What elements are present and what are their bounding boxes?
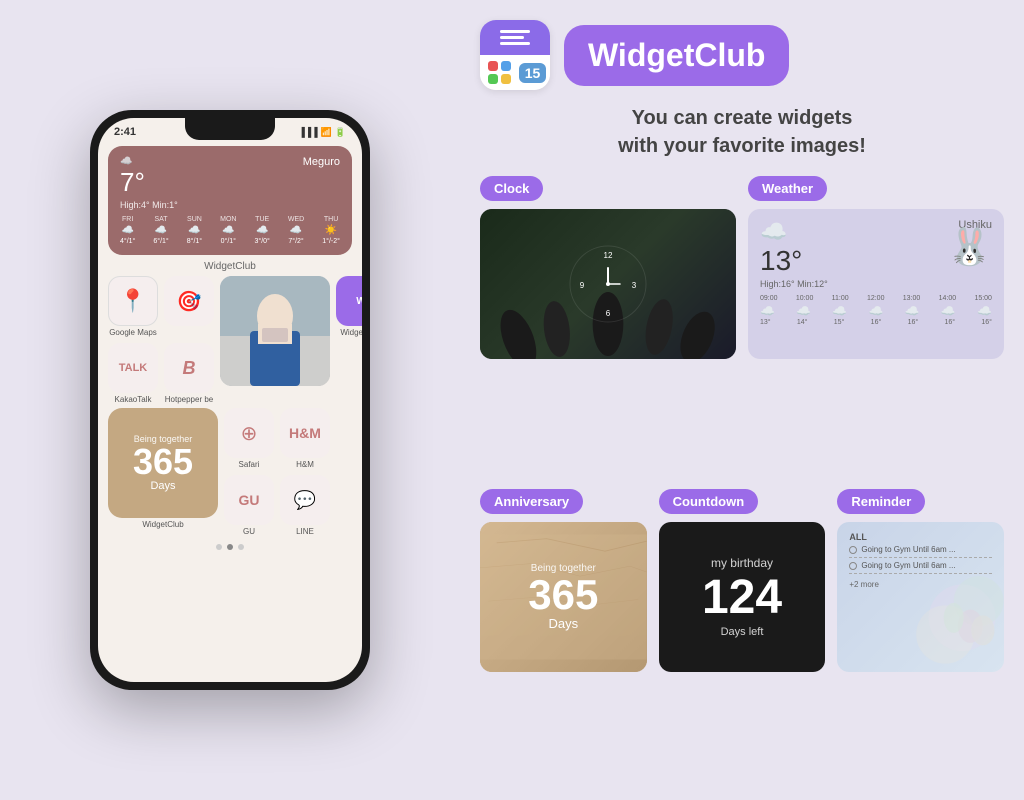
app-logo: 15: [480, 20, 550, 90]
reminder-item-1: Going to Gym Until 6am ...: [849, 545, 992, 558]
anniversary-col: Anniversary Being together 365 Days: [480, 489, 647, 790]
anon-app[interactable]: 🎯: [164, 276, 214, 337]
status-icons: ▐▐▐ 📶 🔋: [298, 127, 346, 138]
countdown-label: Countdown: [659, 489, 758, 514]
weather-section: Weather ☁️ 13° High:16° Min:12° Ushiku 🐰: [748, 176, 1004, 477]
phone-weather-days: FRI☁️4°/1° SAT☁️6°/1° SUN☁️8°/1° MON☁️0°…: [120, 216, 340, 245]
app-name: WidgetClub: [588, 37, 765, 73]
reminder-col: Reminder ALL: [837, 489, 1004, 790]
bottom-widgets: Anniversary Being together 365 Days: [480, 489, 1004, 790]
cd-number: 124: [702, 574, 782, 622]
weather-preview: ☁️ 13° High:16° Min:12° Ushiku 🐰 09:0010…: [748, 209, 1004, 359]
svg-text:3: 3: [632, 281, 637, 290]
safari-label: Safari: [239, 460, 260, 469]
dot-2: [227, 544, 233, 550]
kakao-app[interactable]: TALK KakaoTalk: [108, 343, 158, 404]
dot-1: [216, 544, 222, 550]
wifi-icon: 📶: [321, 127, 332, 138]
app-name-badge: WidgetClub: [564, 25, 789, 86]
clock-preview: 12 3 6 9: [480, 209, 736, 359]
countdown-col: Countdown my birthday 124 Days left: [659, 489, 826, 790]
phone-weather-widget[interactable]: ☁️ 7° High:4° Min:1° Meguro FRI☁️4°/1° S…: [108, 146, 352, 255]
clock-label: Clock: [480, 176, 543, 201]
signal-icon: ▐▐▐: [298, 127, 317, 137]
widget-showcase: Clock 12 3 6 9: [480, 176, 1004, 790]
countdown-preview: my birthday 124 Days left: [659, 522, 826, 672]
hm-app[interactable]: H&M H&M: [280, 408, 330, 469]
gu-app[interactable]: GU GU: [224, 475, 274, 536]
wp-highlow: High:16° Min:12°: [760, 279, 828, 289]
phone-left-apps: 📍 Google Maps 🎯 TALK KakaoTalk: [108, 276, 214, 404]
reminder-more: +2 more: [849, 580, 992, 589]
google-maps-label: Google Maps: [109, 328, 157, 337]
cd-sub: Days left: [721, 626, 764, 638]
phone-weather-temp: 7°: [120, 167, 178, 198]
phone-weather-highlow: High:4° Min:1°: [120, 200, 178, 210]
svg-text:12: 12: [604, 251, 613, 260]
page-dots: [98, 544, 362, 550]
photo-widget: [220, 276, 330, 386]
anniv-together: Being together: [528, 563, 598, 574]
reminder-label: Reminder: [837, 489, 925, 514]
phone-anniversary-widget[interactable]: Being together 365 Days: [108, 408, 218, 518]
kakao-label: KakaoTalk: [115, 395, 152, 404]
photo-placeholder: [220, 276, 330, 386]
gu-label: GU: [243, 527, 255, 536]
wp-icons: ☁️☁️☁️☁️☁️☁️☁️: [760, 304, 992, 318]
clock-section: Clock 12 3 6 9: [480, 176, 736, 477]
cd-label: my birthday: [711, 556, 773, 570]
wp-temp: 13°: [760, 245, 828, 277]
anniversary-label: Anniversary: [480, 489, 583, 514]
hm-label: H&M: [296, 460, 314, 469]
reminder-all: ALL: [849, 532, 992, 542]
tagline-line2: with your favorite images!: [480, 132, 1004, 160]
phone-bottom-row: Being together 365 Days WidgetClub ⊕ Saf…: [108, 408, 352, 536]
safari-app[interactable]: ⊕ Safari: [224, 408, 274, 469]
phone-notch: [185, 118, 275, 140]
wp-times: 09:0010:0011:0012:0013:0014:0015:00: [760, 295, 992, 302]
ios-badge: 15: [519, 63, 547, 83]
anniversary-preview: Being together 365 Days: [480, 522, 647, 672]
anniv-content: Being together 365 Days: [528, 563, 598, 631]
reminder-preview: ALL Going to Gym Until 6am ... Going to …: [837, 522, 1004, 672]
phone-right-apps: W WidgetClub: [336, 276, 362, 337]
weather-label: Weather: [748, 176, 827, 201]
anniv-unit: Days: [150, 480, 175, 492]
phone-small-apps: ⊕ Safari H&M H&M GU GU 💬 LINE: [224, 408, 330, 536]
line-label: LINE: [296, 527, 314, 536]
wp-temps: 13°14°15°16°16°16°16°: [760, 319, 992, 326]
phone-screen: 2:41 ▐▐▐ 📶 🔋 ☁️ 7° High:4° Min:1° Meguro: [98, 118, 362, 682]
hotpepper-label: Hotpepper be: [165, 395, 213, 404]
line-app[interactable]: 💬 LINE: [280, 475, 330, 536]
tagline-line1: You can create widgets: [480, 104, 1004, 132]
app-header: 15 WidgetClub: [480, 20, 1004, 90]
battery-icon: 🔋: [335, 127, 346, 138]
hotpepper-app[interactable]: B Hotpepper be: [164, 343, 214, 404]
svg-text:9: 9: [580, 281, 585, 290]
phone-mockup-panel: 2:41 ▐▐▐ 📶 🔋 ☁️ 7° High:4° Min:1° Meguro: [0, 0, 460, 800]
widgetclub-label: WidgetClub: [340, 328, 362, 337]
reminder-content: ALL Going to Gym Until 6am ... Going to …: [837, 522, 1004, 599]
anniv-big-number: 365: [528, 574, 598, 616]
dot-3: [238, 544, 244, 550]
anniv-days-text: Days: [528, 616, 598, 631]
reminder-item-2: Going to Gym Until 6am ...: [849, 561, 992, 574]
phone-mid-row: 📍 Google Maps 🎯 TALK KakaoTalk: [108, 276, 352, 404]
phone-outer: 2:41 ▐▐▐ 📶 🔋 ☁️ 7° High:4° Min:1° Meguro: [90, 110, 370, 690]
phone-widget-label: WidgetClub: [98, 261, 362, 272]
anniv-number: 365: [133, 444, 193, 480]
anniv-label: Being together: [134, 434, 193, 444]
clock-time: 2:41: [114, 126, 136, 138]
svg-text:6: 6: [606, 309, 611, 318]
right-panel: 15 WidgetClub You can create widgets wit…: [460, 0, 1024, 800]
google-maps-app[interactable]: 📍 Google Maps: [108, 276, 158, 337]
phone-weather-location: Meguro: [303, 156, 340, 168]
tagline: You can create widgets with your favorit…: [480, 104, 1004, 160]
widgetclub-app[interactable]: W WidgetClub: [336, 276, 362, 337]
